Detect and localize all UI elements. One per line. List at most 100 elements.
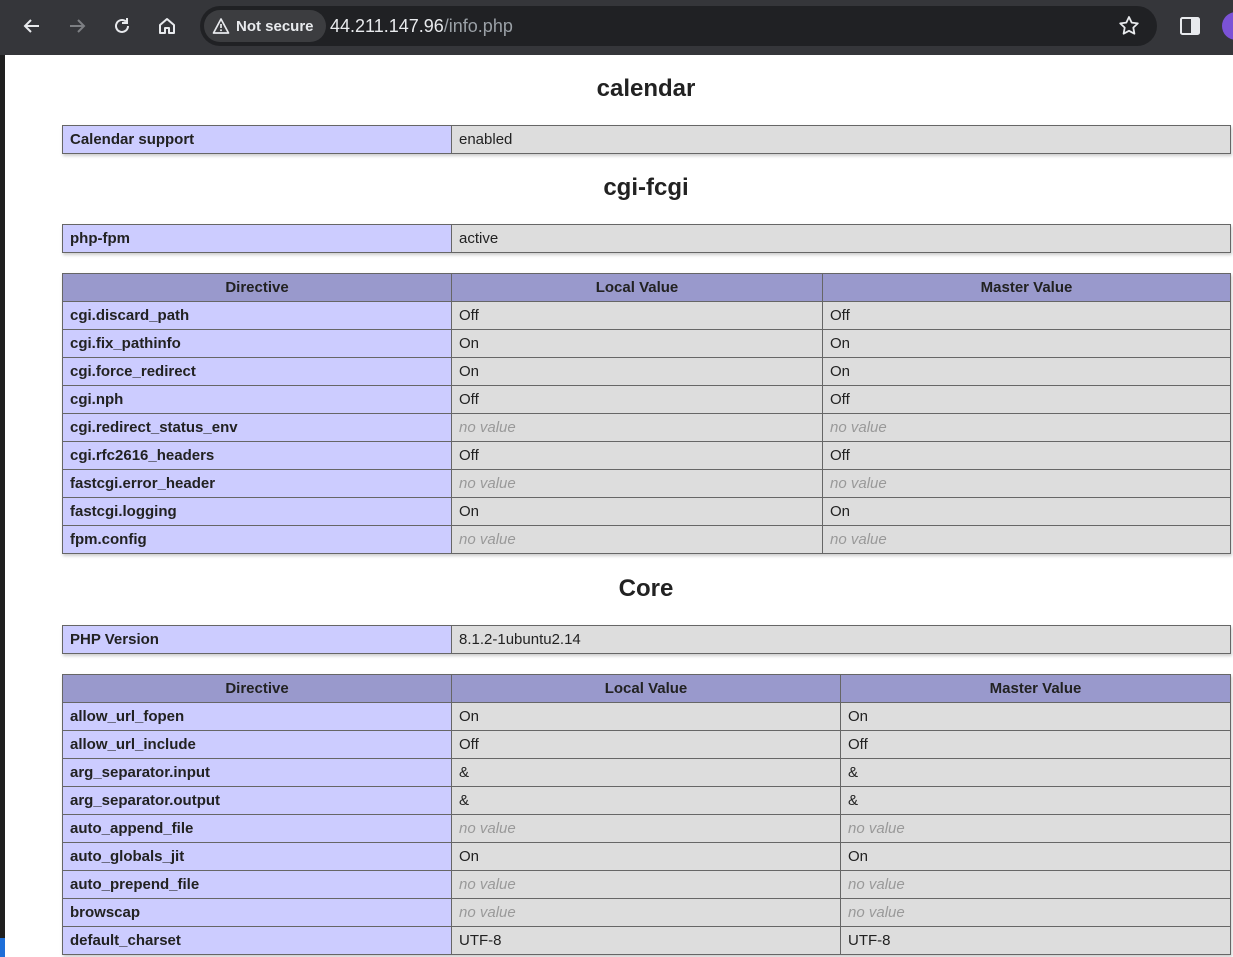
local-value: & [451, 786, 841, 815]
url-text[interactable]: 44.211.147.96/info.php [330, 16, 513, 37]
warning-icon [212, 18, 230, 34]
master-value: On [822, 357, 1231, 386]
directive-name: arg_separator.output [62, 786, 452, 815]
column-header-directive: Directive [62, 273, 452, 302]
table-row: fastcgi.error_header no value no value [62, 469, 1231, 498]
table-row: cgi.fix_pathinfo On On [62, 329, 1231, 358]
master-value: On [822, 497, 1231, 526]
local-value: no value [451, 469, 823, 498]
table-row: cgi.discard_path Off Off [62, 301, 1231, 330]
master-value: Off [840, 730, 1231, 759]
directive-name: fastcgi.error_header [62, 469, 452, 498]
directive-name: cgi.rfc2616_headers [62, 441, 452, 470]
section-title-calendar: calendar [596, 75, 696, 102]
master-value: & [840, 758, 1231, 787]
table-row: cgi.rfc2616_headers Off Off [62, 441, 1231, 470]
table-row: auto_prepend_file no value no value [62, 870, 1231, 899]
local-value: On [451, 357, 823, 386]
master-value: no value [840, 898, 1231, 927]
master-value: Off [822, 441, 1231, 470]
table-row: allow_url_fopen On On [62, 702, 1231, 731]
info-key: php-fpm [62, 224, 452, 253]
table-row: default_charset UTF-8 UTF-8 [62, 926, 1231, 955]
master-value: UTF-8 [840, 926, 1231, 955]
section-title-core: Core [618, 575, 674, 602]
local-value: UTF-8 [451, 926, 841, 955]
directive-name: fastcgi.logging [62, 497, 452, 526]
page-viewport[interactable]: calendar Calendar support enabled cgi-fc… [5, 55, 1233, 957]
local-value: & [451, 758, 841, 787]
forward-icon [70, 19, 86, 33]
table-header-row: Directive Local Value Master Value [62, 273, 1231, 302]
master-value: & [840, 786, 1231, 815]
column-header-master-value: Master Value [840, 674, 1231, 703]
column-header-local-value: Local Value [451, 674, 841, 703]
table-row: arg_separator.output & & [62, 786, 1231, 815]
address-bar[interactable]: Not secure 44.211.147.96/info.php [200, 6, 1157, 46]
home-button[interactable] [149, 8, 185, 44]
directive-name: allow_url_include [62, 730, 452, 759]
side-panel-icon [1180, 17, 1200, 35]
table-row: PHP Version 8.1.2-1ubuntu2.14 [62, 625, 1231, 654]
reload-button[interactable] [104, 8, 140, 44]
table-row: Calendar support enabled [62, 125, 1231, 154]
local-value: On [451, 329, 823, 358]
directive-name: cgi.nph [62, 385, 452, 414]
reload-icon [115, 18, 129, 33]
table-row: cgi.nph Off Off [62, 385, 1231, 414]
master-value: Off [822, 385, 1231, 414]
column-header-directive: Directive [62, 674, 452, 703]
master-value: no value [840, 870, 1231, 899]
local-value: On [451, 702, 841, 731]
table-row: fpm.config no value no value [62, 525, 1231, 554]
table-row: allow_url_include Off Off [62, 730, 1231, 759]
back-button[interactable] [14, 8, 50, 44]
master-value: On [840, 842, 1231, 871]
local-value: On [451, 842, 841, 871]
local-value: Off [451, 441, 823, 470]
section-title-cgi-fcgi: cgi-fcgi [603, 174, 689, 201]
local-value: no value [451, 870, 841, 899]
core-directives-table: Directive Local Value Master Value allow… [62, 674, 1231, 955]
info-value: enabled [451, 125, 1231, 154]
bookmark-button[interactable] [1117, 14, 1141, 43]
directive-name: auto_prepend_file [62, 870, 452, 899]
security-chip[interactable]: Not secure [204, 10, 326, 42]
local-value: Off [451, 301, 823, 330]
master-value: Off [822, 301, 1231, 330]
core-info-table: PHP Version 8.1.2-1ubuntu2.14 [62, 625, 1231, 654]
forward-button[interactable] [59, 8, 95, 44]
cgi-info-table: php-fpm active [62, 224, 1231, 253]
master-value: no value [822, 469, 1231, 498]
table-row: browscap no value no value [62, 898, 1231, 927]
profile-avatar[interactable] [1222, 12, 1233, 40]
table-header-row: Directive Local Value Master Value [62, 674, 1231, 703]
local-value: no value [451, 898, 841, 927]
cgi-directives-table: Directive Local Value Master Value cgi.d… [62, 273, 1231, 554]
table-row: auto_append_file no value no value [62, 814, 1231, 843]
directive-name: browscap [62, 898, 452, 927]
url-host: 44.211.147.96 [330, 16, 444, 36]
directive-name: auto_append_file [62, 814, 452, 843]
info-value: 8.1.2-1ubuntu2.14 [451, 625, 1231, 654]
master-value: no value [822, 413, 1231, 442]
side-panel-button[interactable] [1172, 8, 1208, 49]
star-icon [1119, 16, 1139, 35]
local-value: no value [451, 814, 841, 843]
calendar-info-table: Calendar support enabled [62, 125, 1231, 154]
directive-name: arg_separator.input [62, 758, 452, 787]
back-icon [23, 19, 39, 33]
directive-name: auto_globals_jit [62, 842, 452, 871]
column-header-local-value: Local Value [451, 273, 823, 302]
local-value: no value [451, 413, 823, 442]
table-row: auto_globals_jit On On [62, 842, 1231, 871]
local-value: no value [451, 525, 823, 554]
table-row: cgi.redirect_status_env no value no valu… [62, 413, 1231, 442]
directive-name: cgi.force_redirect [62, 357, 452, 386]
info-key: Calendar support [62, 125, 452, 154]
column-header-master-value: Master Value [822, 273, 1231, 302]
master-value: On [822, 329, 1231, 358]
table-row: arg_separator.input & & [62, 758, 1231, 787]
table-row: fastcgi.logging On On [62, 497, 1231, 526]
info-value: active [451, 224, 1231, 253]
